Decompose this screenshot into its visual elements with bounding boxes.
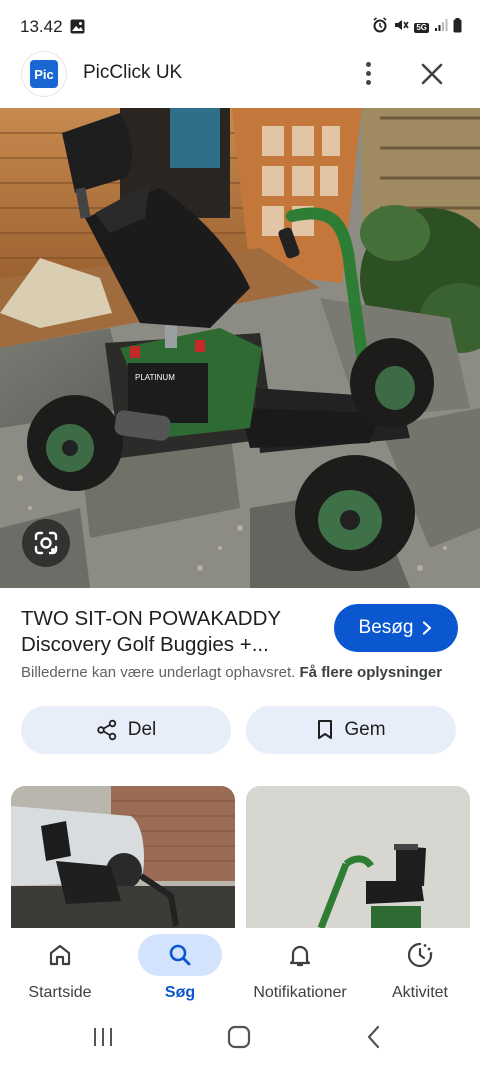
dot-icon <box>365 70 371 76</box>
nav-icon-container <box>138 934 222 976</box>
related-image[interactable] <box>11 786 235 928</box>
activity-icon <box>407 942 433 968</box>
copyright-text: Billederne kan være underlagt ophavsret. <box>21 664 296 681</box>
home-system-button[interactable] <box>224 1022 254 1052</box>
status-icons: 5G <box>372 17 462 38</box>
bottom-navigation: Startside Søg Notifikationer Aktivitet <box>0 928 480 1012</box>
save-label: Gem <box>344 719 386 740</box>
nav-item-notifications[interactable]: Notifikationer <box>240 928 360 1012</box>
back-icon <box>367 1025 380 1049</box>
picclick-logo[interactable]: Pic <box>22 52 66 96</box>
nav-icon-container <box>18 934 102 976</box>
nav-item-activity[interactable]: Aktivitet <box>360 928 480 1012</box>
home-icon <box>49 944 71 966</box>
result-title[interactable]: TWO SIT-ON POWAKADDY Discovery Golf Bugg… <box>21 606 321 658</box>
visit-label: Besøg <box>358 617 414 638</box>
recents-icon <box>94 1028 112 1046</box>
related-image[interactable] <box>246 786 470 928</box>
golf-buggy-photo: PLATINUM <box>0 108 480 588</box>
nav-item-search[interactable]: Søg <box>120 928 240 1012</box>
status-bar: 13.42 5G <box>0 0 480 54</box>
source-header: Pic PicClick UK <box>0 50 480 106</box>
gallery-notification-icon <box>70 19 85 39</box>
result-title-line2: Discovery Golf Buggies +... <box>21 633 269 656</box>
dot-icon <box>365 61 371 67</box>
home-circle-icon <box>227 1025 251 1049</box>
share-icon <box>97 719 116 741</box>
lens-icon <box>34 531 58 555</box>
bookmark-icon <box>318 720 333 739</box>
chevron-right-icon <box>423 621 432 635</box>
nav-label-search: Søg <box>164 984 196 1001</box>
share-label: Del <box>127 719 157 740</box>
battery-icon <box>453 17 462 38</box>
close-button[interactable] <box>418 60 446 88</box>
back-button[interactable] <box>360 1022 390 1052</box>
save-button[interactable]: Gem <box>246 706 456 754</box>
battery-label: PLATINUM <box>135 373 175 382</box>
copyright-notice: Billederne kan være underlagt ophavsret.… <box>21 664 471 681</box>
status-time: 13.42 <box>20 17 63 36</box>
nav-label-activity: Aktivitet <box>391 984 448 1001</box>
dot-icon <box>365 79 371 85</box>
nav-icon-container <box>378 934 462 976</box>
nav-item-home[interactable]: Startside <box>0 928 120 1012</box>
bell-icon <box>289 945 311 967</box>
result-title-line1: TWO SIT-ON POWAKADDY <box>21 607 282 630</box>
alarm-icon <box>372 17 388 38</box>
visit-button[interactable]: Besøg <box>334 604 458 652</box>
close-icon <box>421 63 443 85</box>
more-info-link[interactable]: Få flere oplysninger <box>300 664 443 681</box>
wheel <box>350 338 434 428</box>
related-buggy-photo-1 <box>11 786 235 928</box>
nav-icon-container <box>258 934 342 976</box>
signal-icon <box>434 18 448 37</box>
system-navigation-bar <box>0 1012 480 1067</box>
share-button[interactable]: Del <box>21 706 231 754</box>
network-5g-icon: 5G <box>414 22 429 33</box>
google-lens-button[interactable] <box>22 519 70 567</box>
search-icon <box>169 944 191 966</box>
network-badge: 5G <box>414 22 429 33</box>
mute-icon <box>393 17 409 38</box>
nav-label-home: Startside <box>28 984 92 1001</box>
result-image[interactable]: PLATINUM <box>0 108 480 588</box>
wheel <box>295 455 415 571</box>
site-name[interactable]: PicClick UK <box>83 62 182 84</box>
nav-label-notifications: Notifikationer <box>253 984 347 1001</box>
more-options-button[interactable] <box>356 58 380 88</box>
logo-text: Pic <box>30 60 58 88</box>
wheel <box>27 395 123 491</box>
recents-button[interactable] <box>88 1022 118 1052</box>
related-buggy-photo-2 <box>246 786 470 928</box>
